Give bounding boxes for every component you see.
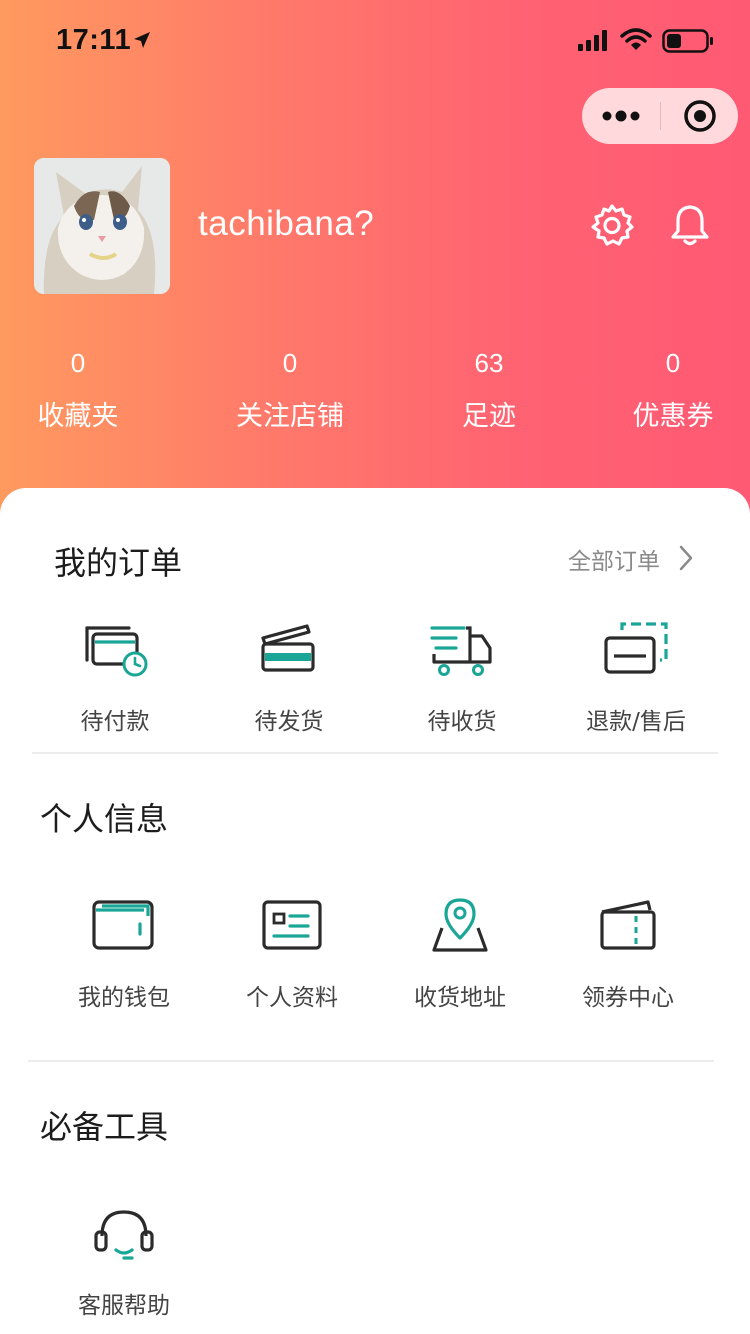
stat-label: 关注店铺	[236, 401, 344, 432]
order-pending-payment[interactable]: 待付款	[29, 616, 201, 736]
target-close-icon	[683, 100, 716, 132]
order-item-label: 待收货	[427, 709, 497, 735]
stat-coupons[interactable]: 0 优惠券	[593, 344, 750, 433]
stat-value: 0	[70, 348, 86, 378]
order-item-label: 待付款	[80, 709, 150, 735]
stat-favorites[interactable]: 0 收藏夹	[0, 344, 158, 433]
box-icon	[261, 624, 315, 672]
personal-coupon-center[interactable]: 领券中心	[542, 892, 714, 1012]
stat-label: 优惠券	[632, 401, 714, 432]
personal-item-label: 领券中心	[582, 985, 674, 1011]
cat-avatar-image	[34, 158, 170, 294]
tool-customer-service[interactable]: 客服帮助	[38, 1200, 210, 1320]
stat-label: 足迹	[462, 401, 516, 432]
personal-item-label: 收货地址	[414, 985, 506, 1011]
miniprogram-capsule	[582, 88, 738, 144]
personal-address[interactable]: 收货地址	[374, 892, 546, 1012]
order-pending-shipment[interactable]: 待发货	[203, 616, 375, 736]
refund-card-icon	[604, 622, 668, 674]
stat-value: 0	[665, 348, 681, 378]
wallet-clock-icon	[85, 626, 148, 677]
tool-item-label: 客服帮助	[78, 1293, 170, 1319]
profile-header: 17:11 tachibana? 0 收藏夹 0 关注店铺 63 足迹 0 优惠…	[0, 0, 750, 540]
bell-icon[interactable]	[668, 203, 712, 247]
personal-section-title: 个人信息	[40, 800, 169, 838]
chevron-right-icon[interactable]	[678, 544, 694, 572]
status-bar: 17:11	[0, 0, 750, 84]
truck-icon	[430, 626, 492, 676]
personal-wallet[interactable]: 我的钱包	[38, 892, 210, 1012]
gear-icon[interactable]	[590, 203, 634, 247]
username: tachibana?	[198, 204, 375, 243]
stat-value: 0	[282, 348, 298, 378]
location-arrow-icon	[134, 32, 150, 48]
stat-footprints[interactable]: 63 足迹	[409, 344, 569, 433]
more-dots-icon	[602, 110, 640, 122]
cellular-signal-icon	[578, 30, 607, 51]
personal-item-label: 我的钱包	[78, 985, 170, 1011]
battery-icon	[662, 29, 713, 53]
avatar[interactable]	[34, 158, 170, 294]
wifi-icon	[620, 28, 652, 50]
stat-value: 63	[474, 348, 504, 378]
stat-followed-stores[interactable]: 0 关注店铺	[210, 344, 370, 433]
order-refund-aftersales[interactable]: 退款/售后	[550, 616, 722, 736]
order-item-label: 退款/售后	[586, 709, 686, 735]
wallet-icon	[92, 900, 154, 950]
order-item-label: 待发货	[254, 709, 324, 735]
personal-profile[interactable]: 个人资料	[206, 892, 378, 1012]
profile-card-icon	[262, 900, 322, 950]
map-pin-icon	[432, 898, 488, 952]
section-divider	[32, 752, 718, 754]
personal-item-label: 个人资料	[246, 985, 338, 1011]
status-time: 17:11	[56, 24, 132, 56]
section-divider	[28, 1060, 714, 1062]
headset-icon	[94, 1210, 154, 1260]
order-pending-receipt[interactable]: 待收货	[376, 616, 548, 736]
tools-section-title: 必备工具	[40, 1108, 169, 1146]
content-panel: 我的订单 全部订单 待付款 待发货 待收货 退款/售后 个人信息 我的钱包 个人…	[0, 488, 750, 1334]
more-button[interactable]	[582, 88, 660, 144]
stats-row: 0 收藏夹 0 关注店铺 63 足迹 0 优惠券	[0, 344, 750, 444]
coupon-icon	[600, 900, 656, 950]
orders-section-title: 我的订单	[54, 544, 183, 582]
stat-label: 收藏夹	[37, 401, 119, 432]
close-button[interactable]	[661, 88, 738, 144]
all-orders-link[interactable]: 全部订单	[568, 542, 660, 576]
